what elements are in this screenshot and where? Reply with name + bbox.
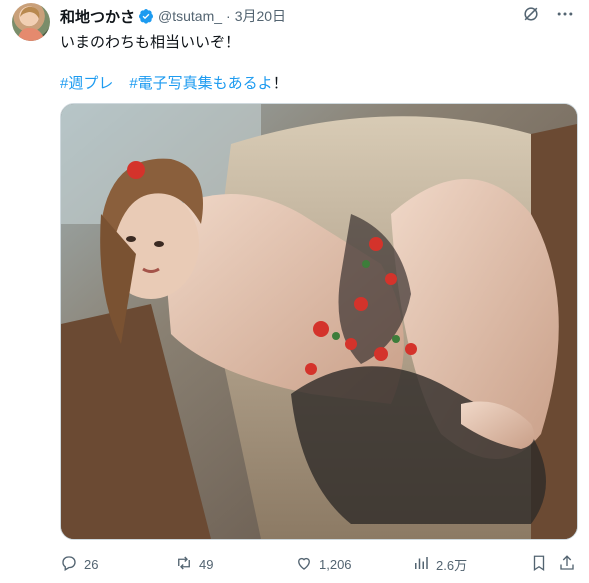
like-count: 1,206 [319,556,352,572]
verified-badge-icon [138,8,154,24]
avatar[interactable] [12,3,50,41]
views-icon [412,554,430,575]
repost-icon [175,554,193,575]
separator-dot: · [226,8,231,24]
tweet-header: 和地つかさ @tsutam_ · 3月20日 [60,6,575,26]
grok-icon[interactable] [521,4,541,24]
user-handle[interactable]: @tsutam_ [158,8,222,24]
post-date[interactable]: 3月20日 [235,6,286,26]
repost-count: 49 [199,556,214,572]
like-icon [295,554,313,575]
hashtag-line: #週プレ #電子写真集もあるよ！ [60,72,288,93]
bookmark-icon [530,554,548,575]
views-count: 2.6万 [436,557,468,573]
hashtag-link[interactable]: #週プレ [60,75,113,92]
tweet-text: いまのわちも相当いいぞ！ [60,34,241,51]
display-name[interactable]: 和地つかさ [60,6,135,27]
reply-button[interactable]: 26 [60,553,98,575]
hashtag-link[interactable]: #電子写真集もあるよ [129,75,272,92]
more-icon[interactable] [555,4,575,24]
repost-button[interactable]: 49 [175,553,213,575]
like-button[interactable]: 1,206 [295,553,352,575]
share-button[interactable] [558,553,576,575]
bookmark-button[interactable] [530,553,548,575]
reply-count: 26 [84,556,99,572]
post-photo[interactable] [60,103,578,540]
trailing-text: ！ [272,75,288,92]
reply-icon [60,554,78,575]
views-button[interactable]: 2.6万 [412,553,467,575]
share-icon [558,554,576,575]
action-bar: 26 49 1,206 2.6万 [60,553,576,575]
